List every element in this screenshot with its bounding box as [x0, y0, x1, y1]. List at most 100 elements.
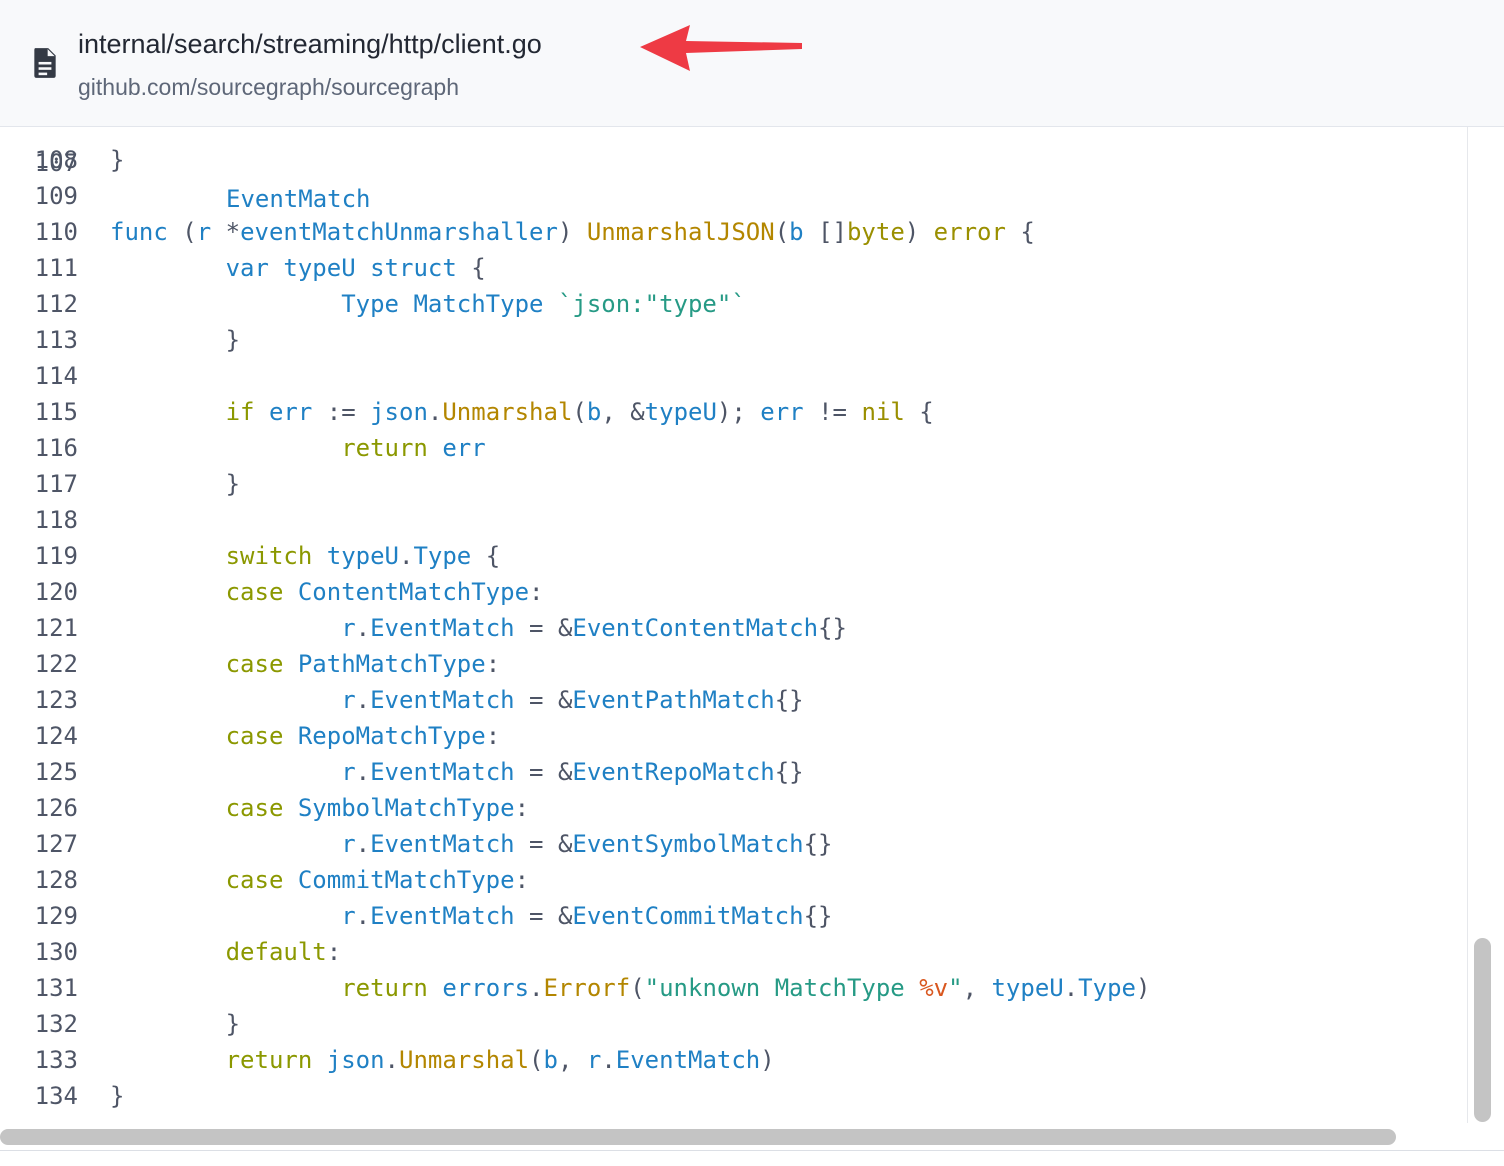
line-number[interactable]: 111	[0, 250, 78, 286]
code-token: :	[514, 866, 530, 894]
code-line: 130 default:	[0, 934, 1460, 970]
code-token: case	[225, 578, 284, 606]
line-number[interactable]: 119	[0, 538, 78, 574]
code-token: EventMatch	[370, 902, 515, 930]
line-number[interactable]: 126	[0, 790, 78, 826]
code-token: nil	[861, 398, 905, 426]
line-code: return json.Unmarshal(b, r.EventMatch)	[110, 1042, 775, 1078]
code-token: )	[557, 218, 587, 246]
line-number[interactable]: 128	[0, 862, 78, 898]
code-token: (	[182, 218, 197, 246]
line-number[interactable]: 109	[0, 178, 78, 214]
code-token: r	[341, 830, 356, 858]
line-number[interactable]: 116	[0, 430, 78, 466]
code-token: .	[355, 902, 371, 930]
line-code: default:	[110, 934, 342, 970]
code-token: `json:"type"`	[557, 290, 746, 318]
line-code: return errors.Errorf("unknown MatchType …	[110, 970, 1150, 1006]
line-number[interactable]: 113	[0, 322, 78, 358]
line-number[interactable]: 134	[0, 1078, 78, 1114]
code-line: 113 }	[0, 322, 1460, 358]
line-number[interactable]: 117	[0, 466, 78, 502]
code-token: }	[110, 1082, 125, 1110]
line-number[interactable]: 124	[0, 718, 78, 754]
file-header: internal/search/streaming/http/client.go…	[0, 0, 1504, 127]
line-code: r.EventMatch = &EventCommitMatch{}	[110, 898, 832, 934]
code-token: )	[1135, 974, 1151, 1002]
code-token: .	[384, 1046, 399, 1074]
code-token: :	[514, 794, 530, 822]
code-token: eventMatchUnmarshaller	[240, 218, 558, 246]
code-token: = &	[514, 758, 573, 786]
code-token: error	[933, 218, 1006, 246]
code-line: 132 }	[0, 1006, 1460, 1042]
code-token: EventPathMatch	[572, 686, 775, 714]
line-number[interactable]: 129	[0, 898, 78, 934]
code-line: 125 r.EventMatch = &EventRepoMatch{}	[0, 754, 1460, 790]
code-token: {	[1005, 218, 1035, 246]
line-number[interactable]: 125	[0, 754, 78, 790]
code-token: typeU	[644, 398, 717, 426]
code-token: {	[904, 398, 934, 426]
line-number[interactable]: 120	[0, 574, 78, 610]
code-token: .	[355, 614, 371, 642]
code-token: byte	[846, 218, 905, 246]
code-token: case	[225, 722, 284, 750]
code-line: 128 case CommitMatchType:	[0, 862, 1460, 898]
code-token: case	[225, 794, 284, 822]
code-token: (	[630, 974, 645, 1002]
code-token: )	[904, 218, 934, 246]
code-token: json	[326, 1046, 385, 1074]
line-number[interactable]: 110	[0, 214, 78, 250]
code-line: 117 }	[0, 466, 1460, 502]
line-number[interactable]: 123	[0, 682, 78, 718]
code-token: typeU	[991, 974, 1064, 1002]
code-token: return	[341, 974, 428, 1002]
line-number[interactable]: 122	[0, 646, 78, 682]
line-code: case RepoMatchType:	[110, 718, 501, 754]
code-token: .	[355, 686, 371, 714]
code-token: MatchType	[413, 290, 544, 318]
line-number[interactable]: 133	[0, 1042, 78, 1078]
code-token: if	[225, 398, 255, 426]
vertical-scrollbar[interactable]	[1474, 938, 1491, 1122]
code-token: {}	[774, 758, 804, 786]
line-number[interactable]: 108	[0, 142, 78, 178]
code-token: EventMatch	[370, 830, 515, 858]
code-token: *	[225, 218, 241, 246]
line-number[interactable]: 115	[0, 394, 78, 430]
annotation-arrow-icon	[640, 25, 802, 71]
line-number[interactable]: 112	[0, 286, 78, 322]
line-number[interactable]: 114	[0, 358, 78, 394]
code-token: err	[268, 398, 313, 426]
file-path-link[interactable]: internal/search/streaming/http/client.go	[78, 24, 542, 64]
code-line: 133 return json.Unmarshal(b, r.EventMatc…	[0, 1042, 1460, 1078]
line-code: if err := json.Unmarshal(b, &typeU); err…	[110, 394, 934, 430]
line-code: return err	[110, 430, 486, 466]
code-token: )	[760, 1046, 775, 1074]
code-token: }	[110, 470, 241, 498]
code-view[interactable]: 107 EventMatch 108} 109 110 func (r *eventM…	[0, 127, 1468, 1123]
line-number[interactable]: 131	[0, 970, 78, 1006]
code-line: 114	[0, 358, 1460, 394]
code-view-border	[1467, 127, 1468, 1123]
line-number[interactable]: 127	[0, 826, 78, 862]
line-number[interactable]: 132	[0, 1006, 78, 1042]
line-number[interactable]: 130	[0, 934, 78, 970]
code-token: );	[716, 398, 761, 426]
line-number[interactable]: 121	[0, 610, 78, 646]
line-number[interactable]: 118	[0, 502, 78, 538]
code-token: :	[529, 578, 544, 606]
code-token: switch	[225, 542, 313, 570]
repo-name-link[interactable]: github.com/sourcegraph/sourcegraph	[78, 69, 459, 105]
horizontal-scrollbar[interactable]	[0, 1129, 1396, 1145]
